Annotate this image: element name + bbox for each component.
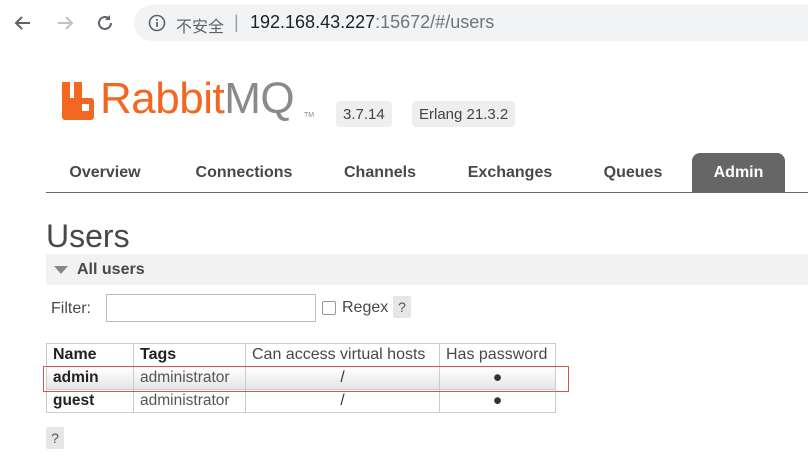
address-bar[interactable]: 不安全 | 192.168.43.227:15672/#/users	[134, 5, 808, 41]
erlang-badge: Erlang 21.3.2	[412, 101, 516, 127]
tab-overview[interactable]: Overview	[46, 153, 164, 193]
tab-channels[interactable]: Channels	[328, 153, 432, 193]
table-row[interactable]: admin administrator / ●	[46, 366, 556, 390]
arrow-left-icon	[14, 16, 30, 30]
tab-admin[interactable]: Admin	[692, 153, 785, 193]
logo-wordmark: RabbitMQ	[100, 74, 295, 123]
browser-toolbar: 不安全 | 192.168.43.227:15672/#/users	[0, 0, 808, 46]
back-button[interactable]	[9, 9, 37, 37]
user-name-link[interactable]: admin	[46, 366, 134, 390]
column-header-has-password[interactable]: Has password	[439, 343, 556, 367]
tab-connections[interactable]: Connections	[180, 153, 308, 193]
column-header-name[interactable]: Name	[46, 343, 134, 367]
main-nav-tabs: Overview Connections Channels Exchanges …	[46, 153, 808, 193]
page-title: Users	[46, 218, 130, 254]
arrow-right-icon	[58, 16, 74, 30]
security-status[interactable]: 不安全	[176, 13, 224, 37]
collapse-triangle-icon	[54, 266, 68, 274]
regex-checkbox[interactable]	[322, 301, 336, 315]
reload-button[interactable]	[91, 9, 119, 37]
user-vhosts: /	[245, 366, 440, 390]
info-icon[interactable]	[148, 14, 166, 32]
version-badge: 3.7.14	[336, 101, 392, 127]
column-header-tags[interactable]: Tags	[133, 343, 246, 367]
table-header-row: Name Tags Can access virtual hosts Has p…	[46, 343, 556, 367]
tab-queues[interactable]: Queues	[586, 153, 680, 193]
user-tags: administrator	[133, 389, 246, 413]
has-password-indicator: ●	[439, 366, 556, 390]
user-vhosts: /	[245, 389, 440, 413]
users-table: Name Tags Can access virtual hosts Has p…	[46, 343, 556, 413]
tab-exchanges[interactable]: Exchanges	[454, 153, 566, 193]
regex-label[interactable]: Regex	[342, 299, 388, 317]
url-path: :15672/#/users	[375, 12, 495, 32]
table-help-button[interactable]: ?	[46, 427, 64, 449]
filter-input[interactable]	[106, 294, 316, 322]
section-title: All users	[77, 261, 145, 278]
url-host: 192.168.43.227	[250, 12, 376, 32]
url-separator: |	[234, 12, 239, 32]
column-header-vhosts[interactable]: Can access virtual hosts	[245, 343, 440, 367]
all-users-section-toggle[interactable]: All users	[46, 254, 808, 285]
filter-help-button[interactable]: ?	[393, 296, 411, 318]
table-row[interactable]: guest administrator / ●	[46, 389, 556, 413]
url-text[interactable]: 192.168.43.227:15672/#/users	[250, 12, 494, 33]
filter-label: Filter:	[51, 300, 91, 317]
user-tags: administrator	[133, 366, 246, 390]
logo-trademark: TM	[304, 112, 315, 119]
forward-button[interactable]	[51, 9, 79, 37]
has-password-indicator: ●	[439, 389, 556, 413]
rabbit-logo-icon	[62, 82, 94, 120]
reload-icon	[98, 15, 112, 30]
user-name-link[interactable]: guest	[46, 389, 134, 413]
